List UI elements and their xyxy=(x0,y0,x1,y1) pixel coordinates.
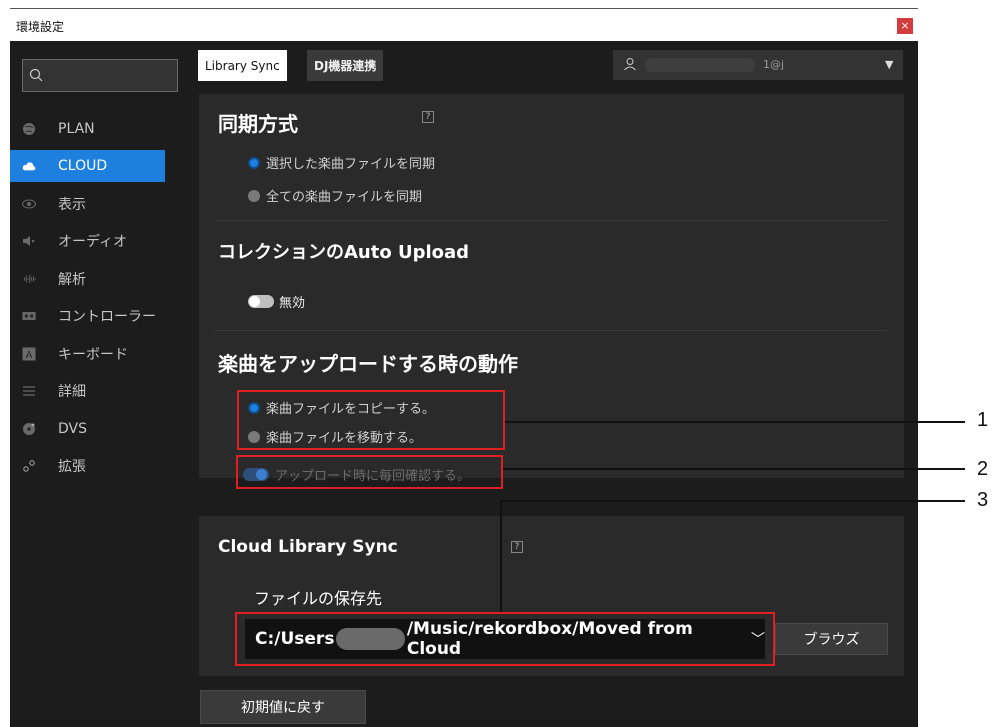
callout-line-1 xyxy=(505,421,965,423)
cloud-icon xyxy=(22,159,36,173)
callout-number-1: 1 xyxy=(977,409,989,431)
radio-label: 選択した楽曲ファイルを同期 xyxy=(266,157,436,172)
highlight-box-2 xyxy=(236,455,503,489)
radio-button xyxy=(248,156,260,169)
sidebar-item-plan[interactable]: PLAN xyxy=(10,113,165,145)
tab-dj-device[interactable]: DJ機器連携 xyxy=(307,50,384,81)
radio-sync-selected[interactable]: 選択した楽曲ファイルを同期 xyxy=(248,153,435,172)
sync-method-title: 同期方式 xyxy=(218,112,298,136)
radio-sync-all[interactable]: 全ての楽曲ファイルを同期 xyxy=(248,186,422,205)
save-location-label: ファイルの保存先 xyxy=(254,589,383,608)
eye-icon xyxy=(22,197,36,211)
account-selector[interactable]: 1@j ▼ xyxy=(613,50,903,80)
sidebar-item-keyboard[interactable]: A キーボード xyxy=(10,338,165,370)
record-icon xyxy=(22,422,36,436)
sidebar-item-extensions[interactable]: 拡張 xyxy=(10,450,165,482)
sidebar-item-label: CLOUD xyxy=(58,158,108,174)
radio-label: 全ての楽曲ファイルを同期 xyxy=(266,190,423,205)
reset-defaults-button[interactable]: 初期値に戻す xyxy=(200,690,366,724)
toggle-label: 無効 xyxy=(279,296,306,311)
callout-number-2: 2 xyxy=(977,458,989,480)
window-title: 環境設定 xyxy=(16,20,65,34)
list-icon xyxy=(22,384,36,398)
sidebar-item-analysis[interactable]: 解析 xyxy=(10,263,165,295)
controller-icon xyxy=(22,309,36,323)
sidebar-item-label: 解析 xyxy=(58,272,86,288)
account-email: 1@j xyxy=(763,58,785,71)
radio-button xyxy=(248,189,260,202)
callout-connector-3 xyxy=(500,500,502,612)
callout-line-3 xyxy=(500,500,965,502)
sidebar-item-label: DVS xyxy=(58,421,87,437)
divider xyxy=(215,220,887,221)
upload-behavior-title: 楽曲をアップロードする時の動作 xyxy=(218,352,518,376)
svg-text:A: A xyxy=(26,350,33,361)
highlight-box-3 xyxy=(235,612,775,666)
sidebar-item-label: キーボード xyxy=(58,347,128,363)
extension-icon xyxy=(22,459,36,473)
search-input[interactable] xyxy=(22,59,178,92)
user-icon xyxy=(624,58,636,71)
callout-number-3: 3 xyxy=(977,489,989,511)
sidebar-item-dvs[interactable]: DVS xyxy=(10,413,165,445)
sidebar-item-label: オーディオ xyxy=(58,234,128,250)
highlight-box-1 xyxy=(237,390,505,450)
sidebar-item-label: コントローラー xyxy=(58,309,156,325)
sidebar-item-view[interactable]: 表示 xyxy=(10,188,165,220)
title-bar: 環境設定 × xyxy=(10,8,918,41)
keyboard-icon: A xyxy=(22,347,36,361)
sidebar-item-cloud[interactable]: CLOUD xyxy=(10,150,165,182)
help-icon[interactable]: ? xyxy=(511,541,523,553)
sidebar-item-advanced[interactable]: 詳細 xyxy=(10,375,165,407)
tab-library-sync[interactable]: Library Sync xyxy=(198,50,287,81)
sidebar: PLAN CLOUD 表示 オーディオ 解析 コントローラー A キーボード 詳… xyxy=(10,41,195,727)
waveform-icon xyxy=(22,272,36,286)
chevron-down-icon: ▼ xyxy=(885,58,894,71)
help-icon[interactable]: ? xyxy=(422,111,434,123)
divider xyxy=(215,330,887,331)
toggle-switch xyxy=(248,295,274,308)
sidebar-item-controller[interactable]: コントローラー xyxy=(10,300,165,332)
sidebar-item-label: 拡張 xyxy=(58,459,86,475)
globe-icon xyxy=(22,122,36,136)
cloud-library-sync-title: Cloud Library Sync xyxy=(218,537,398,557)
browse-button[interactable]: ブラウズ xyxy=(775,623,888,655)
auto-upload-toggle[interactable]: 無効 xyxy=(248,292,305,311)
close-button[interactable]: × xyxy=(897,18,913,34)
redacted-email xyxy=(645,58,755,72)
auto-upload-title: コレクションのAuto Upload xyxy=(218,242,470,263)
sidebar-item-label: PLAN xyxy=(58,121,95,137)
callout-line-2 xyxy=(503,468,965,470)
sidebar-item-label: 詳細 xyxy=(58,384,86,400)
speaker-icon xyxy=(22,234,36,248)
tab-bar: Library Sync DJ機器連携 1@j ▼ xyxy=(195,41,918,83)
search-icon xyxy=(29,68,43,82)
sidebar-item-label: 表示 xyxy=(58,197,86,213)
sidebar-item-audio[interactable]: オーディオ xyxy=(10,225,165,257)
